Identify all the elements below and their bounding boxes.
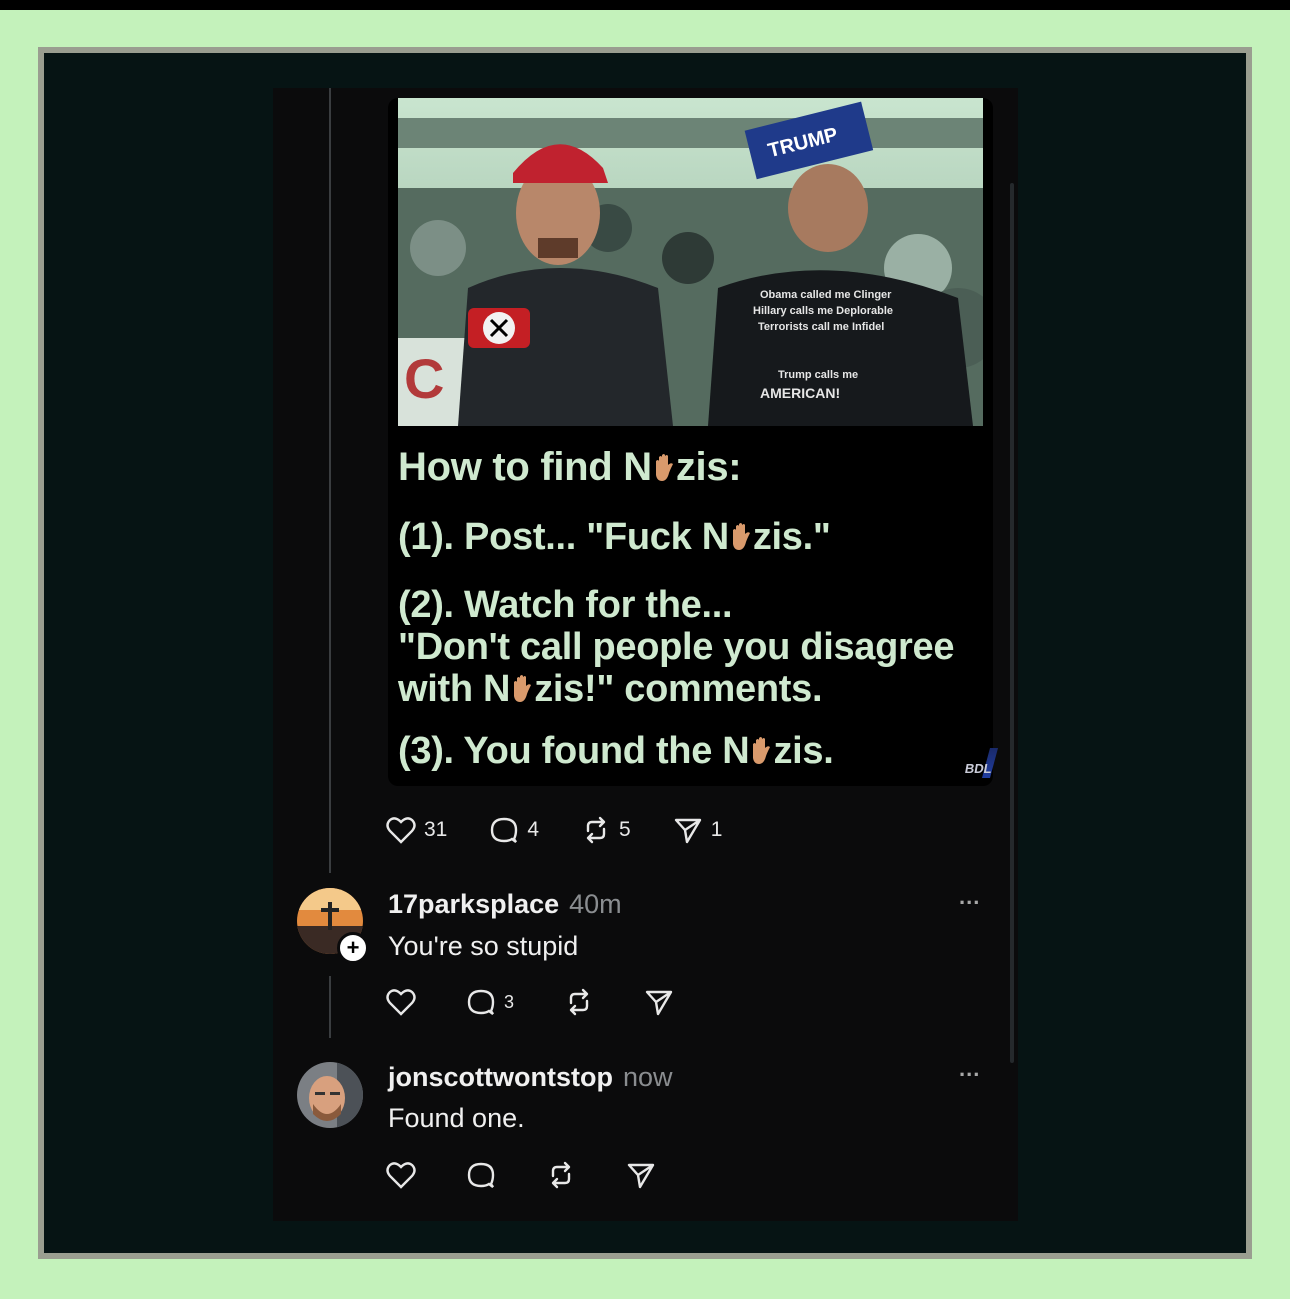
share-icon [645,990,673,1016]
reply-timestamp: now [622,1062,673,1092]
raised-hand-icon [730,519,752,550]
repost-button[interactable] [564,988,594,1016]
comment-count: 3 [504,991,515,1012]
comment-count: 4 [527,818,540,841]
comment-icon [491,817,518,843]
thread-line-top [329,88,331,873]
like-count: 31 [424,818,448,841]
meme-line-3: (3). You found the Nzis. [398,730,834,772]
share-button[interactable]: 1 [673,816,723,844]
repost-icon [551,1161,571,1189]
scroll-indicator[interactable] [1010,183,1014,1063]
like-button[interactable]: 31 [386,816,447,844]
raised-hand-icon [653,449,675,481]
raised-hand-icon [511,671,533,702]
comment-button[interactable]: 4 [489,816,539,844]
heart-icon [386,1162,416,1189]
reply-username[interactable]: 17parksplace 40m [388,889,622,920]
svg-text:C: C [404,347,444,410]
repost-icon [586,816,606,844]
watermark: BDL [963,761,994,776]
repost-button[interactable] [546,1161,576,1189]
shirt-line-2: Hillary calls me Deplorable [753,305,893,317]
meme-headline: How to find Nzis: [398,445,742,489]
shirt-line-4: Trump calls me [778,369,858,381]
reply-action-bar [386,1161,706,1189]
thread-post-card: C TRUMP Obama called me Clinger Hillary … [273,88,1018,1221]
share-button[interactable] [626,1161,656,1189]
share-icon [674,818,701,844]
top-strip [0,0,1290,10]
reply-timestamp: 40m [569,889,622,919]
shirt-line-3: Terrorists call me Infidel [758,321,884,333]
comment-icon [467,1162,495,1188]
shirt-line-1: Obama called me Clinger [760,289,892,301]
meme-line-1: (1). Post... "Fuck Nzis." [398,516,831,558]
thread-line-reply [329,976,331,1038]
comment-button[interactable]: 3 [466,988,514,1016]
meme-image[interactable]: C TRUMP Obama called me Clinger Hillary … [388,98,993,786]
rally-photo: C TRUMP Obama called me Clinger Hillary … [398,98,983,426]
post-action-bar: 31 4 5 1 [386,816,764,844]
follow-badge[interactable]: + [337,932,369,964]
comment-button[interactable] [466,1161,496,1189]
heart-icon [386,817,416,844]
shirt-line-5: AMERICAN! [760,385,840,401]
heart-icon [386,989,416,1016]
repost-count: 5 [619,818,631,841]
like-button[interactable] [386,988,416,1016]
share-icon [627,1163,655,1189]
repost-button[interactable]: 5 [581,816,631,844]
reply-username[interactable]: jonscottwontstop now [388,1062,673,1093]
share-count: 1 [710,818,723,841]
reply-action-bar: 3 [386,988,724,1016]
more-options-button[interactable]: ... [959,1056,980,1082]
comment-icon [467,989,495,1015]
share-button[interactable] [644,988,674,1016]
reply-text: You're so stupid [388,931,579,961]
repost-icon [569,988,589,1016]
meme-line-2b: "Don't call people you disagree [398,626,955,668]
reply-avatar[interactable] [297,1062,363,1128]
raised-hand-icon [750,733,772,764]
more-options-button[interactable]: ... [959,884,980,910]
like-button[interactable] [386,1161,416,1189]
reply-text: Found one. [388,1103,525,1133]
meme-line-2c: with Nzis!" comments. [398,668,823,710]
meme-line-2a: (2). Watch for the... [398,584,733,626]
